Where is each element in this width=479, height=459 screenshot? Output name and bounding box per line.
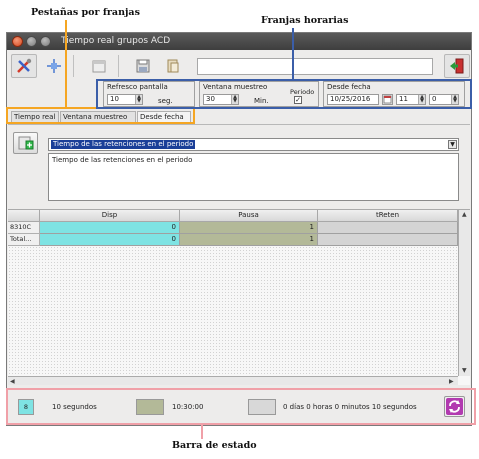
toolbar-text-field[interactable]: [197, 58, 433, 75]
metric-panel: Tiempo de las retenciones en el periodo …: [8, 124, 470, 207]
column-header-disp[interactable]: Disp: [40, 210, 180, 222]
tools-icon: [17, 58, 32, 73]
calendar-icon: [92, 60, 106, 73]
annotation-tabs: Pestañas por franjas: [31, 7, 140, 18]
scroll-up-icon[interactable]: ▲: [462, 211, 467, 218]
metric-select[interactable]: Tiempo de las retenciones en el periodo …: [48, 138, 459, 151]
scroll-left-icon[interactable]: ◀: [10, 378, 15, 385]
cell-disp[interactable]: 0: [40, 234, 180, 246]
add-column-button[interactable]: [13, 132, 38, 154]
time-slots-highlight: [96, 79, 472, 109]
cell-pausa[interactable]: 1: [180, 234, 318, 246]
exit-icon: [450, 58, 464, 74]
toolbar-separator: [73, 55, 74, 77]
toolbar-separator: [118, 55, 119, 77]
data-grid: Disp Pausa tReten 8310C 0 1 Total... 0 1…: [8, 209, 470, 385]
horizontal-scrollbar[interactable]: ◀ ▶: [8, 376, 458, 385]
tabs-connector: [65, 20, 67, 108]
row-label[interactable]: 8310C: [8, 222, 40, 234]
row-header-corner: [8, 210, 40, 222]
time-slots-connector: [292, 28, 294, 80]
annotation-time-slots: Franjas horarias: [261, 15, 349, 26]
cell-treten[interactable]: [318, 234, 458, 246]
annotation-status-bar: Barra de estado: [172, 440, 257, 451]
column-header-pausa[interactable]: Pausa: [180, 210, 318, 222]
calendar-button[interactable]: [86, 54, 112, 78]
metric-selected-value: Tiempo de las retenciones en el periodo: [51, 140, 196, 149]
cell-disp[interactable]: 0: [40, 222, 180, 234]
cell-pausa[interactable]: 1: [180, 222, 318, 234]
tools-button[interactable]: [11, 54, 37, 78]
pin-button[interactable]: [41, 54, 67, 78]
save-button[interactable]: [130, 54, 156, 78]
minimize-window-button[interactable]: [26, 36, 37, 47]
cell-treten[interactable]: [318, 222, 458, 234]
scroll-down-icon[interactable]: ▼: [462, 367, 467, 374]
title-bar: Tiempo real grupos ACD: [7, 33, 471, 50]
vertical-scrollbar[interactable]: ▲ ▼: [458, 210, 470, 376]
save-icon: [136, 59, 150, 73]
maximize-window-button[interactable]: [40, 36, 51, 47]
window-title: Tiempo real grupos ACD: [61, 36, 171, 46]
exit-button[interactable]: [444, 54, 470, 78]
scroll-right-icon[interactable]: ▶: [449, 378, 454, 385]
export-icon: [167, 59, 179, 73]
row-label[interactable]: Total...: [8, 234, 40, 246]
chevron-down-icon[interactable]: ▼: [448, 140, 457, 149]
metric-description: Tiempo de las retenciones en el periodo: [48, 153, 459, 201]
status-bar-highlight: [6, 388, 476, 425]
toolbar: [7, 51, 471, 81]
pin-icon: [47, 59, 61, 73]
tabs-highlight: [6, 107, 195, 124]
add-column-icon: [18, 136, 34, 150]
export-button[interactable]: [160, 54, 186, 78]
close-window-button[interactable]: [12, 36, 23, 47]
column-header-treten[interactable]: tReten: [318, 210, 458, 222]
status-bar-connector: [201, 425, 203, 439]
